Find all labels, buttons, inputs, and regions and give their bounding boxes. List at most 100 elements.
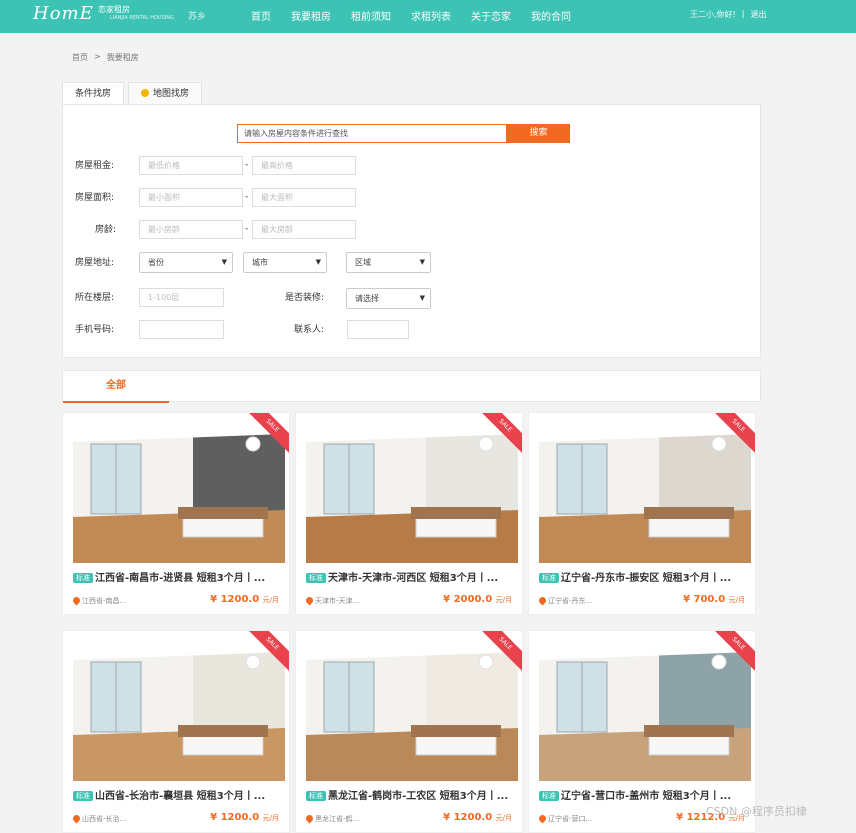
top-navbar: HomE 恋家租房 LIANJIA RENTAL HOUSING 苏乡 首页 我… xyxy=(0,0,856,33)
rent-label: 房屋租金: xyxy=(75,161,115,171)
listing-photo[interactable] xyxy=(73,640,285,781)
logo-tagline: LIANJIA RENTAL HOUSING xyxy=(110,15,174,21)
tab-condition-search[interactable]: 条件找房 xyxy=(62,82,125,106)
location-pin-icon xyxy=(306,597,313,606)
listing-badge: 标准 xyxy=(539,573,559,583)
listing-title[interactable]: 标准 山西省-长治市-襄垣县 短租3个月丨... xyxy=(73,787,283,802)
city-selector[interactable]: 苏乡 xyxy=(188,9,206,22)
province-select-value: 省份 xyxy=(148,258,164,267)
listing-title[interactable]: 标准 天津市-天津市-河西区 短租3个月丨... xyxy=(306,569,516,584)
listing-title[interactable]: 标准 黑龙江省-鹤岗市-工农区 短租3个月丨... xyxy=(306,787,516,802)
decoration-select[interactable]: 请选择 ▼ xyxy=(346,288,431,309)
listing-location-text: 辽宁省-营口... xyxy=(548,815,593,823)
search-panel: 请输入房屋内容条件进行查找 搜索 房屋租金: 最低价格 - 最高价格 房屋面积:… xyxy=(62,104,761,358)
listing-title-text: 天津市-天津市-河西区 短租3个月丨... xyxy=(328,573,499,584)
listing-photo[interactable] xyxy=(306,422,518,563)
listing-title-text: 辽宁省-营口市-盖州市 短租3个月丨... xyxy=(561,791,732,802)
nav-prerent-notice[interactable]: 租前须知 xyxy=(351,8,391,23)
listing-title-text: 辽宁省-丹东市-振安区 短租3个月丨... xyxy=(561,573,732,584)
search-input[interactable]: 请输入房屋内容条件进行查找 xyxy=(237,124,507,143)
nav-home[interactable]: 首页 xyxy=(251,8,271,23)
listing-badge: 标准 xyxy=(73,791,93,801)
listing-title[interactable]: 标准 辽宁省-营口市-盖州市 短租3个月丨... xyxy=(539,787,749,802)
listing-card[interactable]: SALE 标准 江西省-南昌市-进贤县 短租3个月丨... 江西省-南昌... ¥… xyxy=(62,412,290,615)
area-max-input[interactable]: 最大面积 xyxy=(252,188,356,207)
listing-title[interactable]: 标准 辽宁省-丹东市-振安区 短租3个月丨... xyxy=(539,569,749,584)
phone-input[interactable] xyxy=(139,320,224,339)
listing-location: 辽宁省-丹东... xyxy=(539,596,592,606)
user-separator: | xyxy=(741,9,745,18)
location-pin-icon xyxy=(539,597,546,606)
nav-contracts[interactable]: 我的合同 xyxy=(531,8,571,23)
main-nav: 首页 我要租房 租前须知 求租列表 关于恋家 我的合同 xyxy=(251,8,571,23)
rent-dash: - xyxy=(245,160,249,170)
price-unit: 元/月 xyxy=(262,596,279,604)
province-select[interactable]: 省份 ▼ xyxy=(139,252,233,273)
price-unit: 元/月 xyxy=(495,814,512,822)
search-mode-tabs: 条件找房 地图找房 xyxy=(62,82,206,106)
contact-input[interactable] xyxy=(347,320,409,339)
listing-price: ¥ 1200.0 元/月 xyxy=(210,594,279,605)
listing-card[interactable]: SALE 标准 天津市-天津市-河西区 短租3个月丨... 天津市-天津... ¥… xyxy=(295,412,523,615)
username[interactable]: 王二小 xyxy=(690,10,714,19)
area-label: 房屋面积: xyxy=(75,193,115,203)
age-max-input[interactable]: 最大房龄 xyxy=(252,220,356,239)
listing-badge: 标准 xyxy=(306,791,326,801)
logo[interactable]: HomE xyxy=(33,3,94,24)
chevron-down-icon: ▼ xyxy=(419,294,425,302)
listing-price-value: ¥ 2000.0 xyxy=(443,594,493,605)
nav-rent[interactable]: 我要租房 xyxy=(291,8,331,23)
listing-badge: 标准 xyxy=(539,791,559,801)
listing-location: 山西省-长治... xyxy=(73,814,126,824)
area-dash: - xyxy=(245,192,249,202)
floor-input[interactable]: 1-100层 xyxy=(139,288,224,307)
breadcrumb: 首页 > 我要租房 xyxy=(72,52,139,63)
breadcrumb-home[interactable]: 首页 xyxy=(72,52,88,63)
listing-price: ¥ 1200.0 元/月 xyxy=(443,812,512,823)
age-min-input[interactable]: 最小房龄 xyxy=(139,220,243,239)
area-min-input[interactable]: 最小面积 xyxy=(139,188,243,207)
listing-photo[interactable] xyxy=(539,640,751,781)
city-select[interactable]: 城市 ▼ xyxy=(243,252,327,273)
district-select[interactable]: 区域 ▼ xyxy=(346,252,431,273)
listing-location-text: 辽宁省-丹东... xyxy=(548,597,593,605)
chevron-down-icon: ▼ xyxy=(221,258,227,266)
decoration-select-value: 请选择 xyxy=(355,294,379,303)
listing-title[interactable]: 标准 江西省-南昌市-进贤县 短租3个月丨... xyxy=(73,569,283,584)
listing-location: 辽宁省-营口... xyxy=(539,814,592,824)
breadcrumb-separator: > xyxy=(94,52,101,61)
listing-card[interactable]: SALE 标准 黑龙江省-鹤岗市-工农区 短租3个月丨... 黑龙江省-鹤... … xyxy=(295,630,523,833)
contact-label: 联系人: xyxy=(294,325,325,335)
price-unit: 元/月 xyxy=(262,814,279,822)
nav-request-list[interactable]: 求租列表 xyxy=(411,8,451,23)
listing-location: 黑龙江省-鹤... xyxy=(306,814,359,824)
age-label: 房龄: xyxy=(95,225,117,235)
listing-title-text: 江西省-南昌市-进贤县 短租3个月丨... xyxy=(95,573,266,584)
listing-location: 江西省-南昌... xyxy=(73,596,126,606)
tab-map-search[interactable]: 地图找房 xyxy=(128,82,203,105)
listing-card[interactable]: SALE 标准 山西省-长治市-襄垣县 短租3个月丨... 山西省-长治... ¥… xyxy=(62,630,290,833)
listing-card[interactable]: SALE 标准 辽宁省-丹东市-振安区 短租3个月丨... 辽宁省-丹东... ¥… xyxy=(528,412,756,615)
listing-location: 天津市-天津... xyxy=(306,596,359,606)
listing-photo[interactable] xyxy=(73,422,285,563)
rent-min-input[interactable]: 最低价格 xyxy=(139,156,243,175)
listing-price-value: ¥ 1200.0 xyxy=(443,812,493,823)
tab-map-search-label: 地图找房 xyxy=(153,89,190,99)
location-pin-icon xyxy=(73,597,80,606)
listing-title-text: 山西省-长治市-襄垣县 短租3个月丨... xyxy=(95,791,266,802)
listing-location-text: 黑龙江省-鹤... xyxy=(315,815,360,823)
chevron-down-icon: ▼ xyxy=(315,258,321,266)
listing-badge: 标准 xyxy=(306,573,326,583)
nav-about[interactable]: 关于恋家 xyxy=(471,8,511,23)
listing-title-text: 黑龙江省-鹤岗市-工农区 短租3个月丨... xyxy=(328,791,509,802)
logo-chinese: 恋家租房 xyxy=(98,5,130,14)
logout-link[interactable]: 退出 xyxy=(750,9,766,20)
map-pin-icon xyxy=(141,89,150,97)
rent-max-input[interactable]: 最高价格 xyxy=(252,156,356,175)
price-unit: 元/月 xyxy=(728,596,745,604)
listing-photo[interactable] xyxy=(306,640,518,781)
search-button[interactable]: 搜索 xyxy=(507,124,570,143)
tab-all[interactable]: 全部 xyxy=(63,371,169,403)
address-label: 房屋地址: xyxy=(75,258,115,268)
listing-photo[interactable] xyxy=(539,422,751,563)
